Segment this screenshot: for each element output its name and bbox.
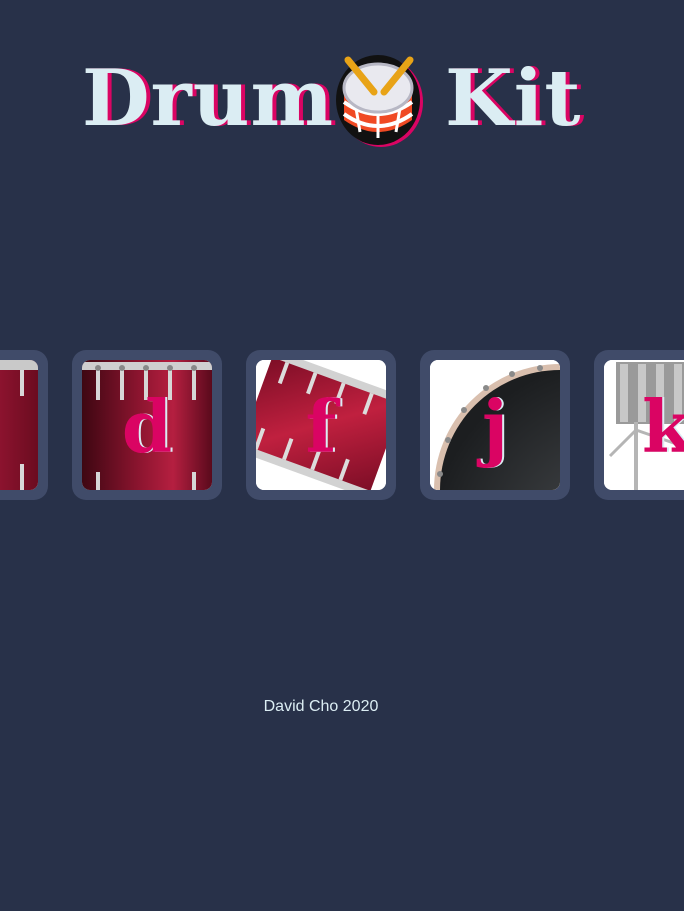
key-letter: f xyxy=(305,384,337,469)
drum-keys: d f j k xyxy=(0,350,684,500)
drum-key-tom[interactable] xyxy=(0,350,48,500)
title-word-kit: Kit xyxy=(445,53,582,144)
bass-drum-image: j xyxy=(430,360,560,490)
key-letter: d xyxy=(121,384,173,469)
cymbal-stand-image: k xyxy=(604,360,684,490)
drum-key-j[interactable]: j xyxy=(420,350,570,500)
floor-tom-drum-image: d xyxy=(82,360,212,490)
page-title: Drum Kit xyxy=(0,42,684,152)
title-word-drum: Drum xyxy=(82,53,334,144)
key-letter: k xyxy=(642,384,684,469)
snare-drum-image: f xyxy=(256,360,386,490)
drum-emoji-icon xyxy=(334,52,424,148)
drum-kit-page: Drum Kit d f j k David Cho 2020 xyxy=(0,0,684,911)
drum-key-k[interactable]: k xyxy=(594,350,684,500)
key-letter: j xyxy=(481,384,509,469)
drum-key-f[interactable]: f xyxy=(246,350,396,500)
tom-drum-image xyxy=(0,360,38,490)
footer-credit: David Cho 2020 xyxy=(263,698,379,715)
drum-key-d[interactable]: d xyxy=(72,350,222,500)
